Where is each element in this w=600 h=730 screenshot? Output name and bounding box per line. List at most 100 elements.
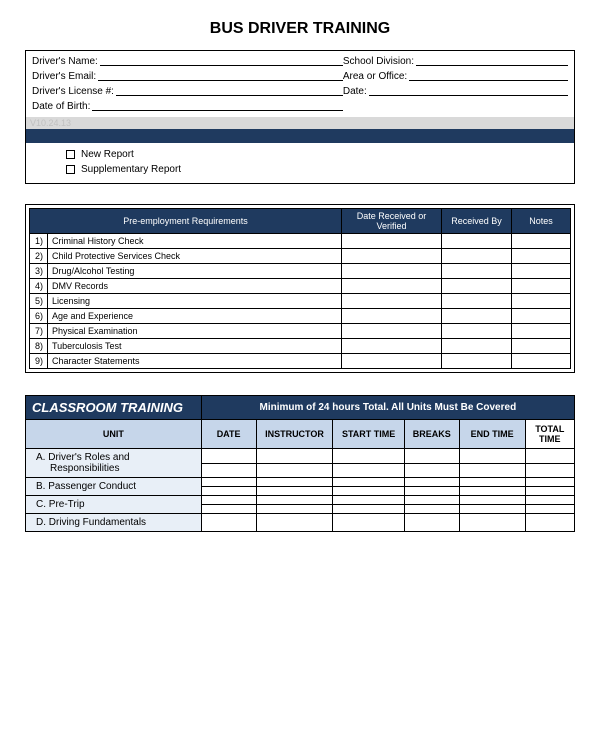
req-date-cell[interactable] [341,309,441,324]
req-header-notes: Notes [511,209,570,234]
req-notes-cell[interactable] [511,309,570,324]
cell-start[interactable] [333,514,404,532]
cell-date[interactable] [201,487,256,496]
cell-end[interactable] [459,478,525,487]
cell-total[interactable] [525,487,574,496]
requirements-box: Pre-employment Requirements Date Receive… [25,204,575,373]
field-division[interactable] [416,54,568,66]
cell-instructor[interactable] [256,496,333,505]
cell-date[interactable] [201,514,256,532]
checkbox-new-report[interactable] [66,150,75,159]
req-recv-cell[interactable] [441,324,511,339]
req-date-cell[interactable] [341,249,441,264]
cell-date[interactable] [201,463,256,478]
req-date-cell[interactable] [341,354,441,369]
cell-date[interactable] [201,496,256,505]
cell-date[interactable] [201,505,256,514]
cell-end[interactable] [459,496,525,505]
req-num: 5) [30,294,48,309]
unit-label: D. Driving Fundamentals [26,514,202,532]
field-name[interactable] [100,54,343,66]
req-num: 2) [30,249,48,264]
req-notes-cell[interactable] [511,294,570,309]
cell-start[interactable] [333,463,404,478]
req-recv-cell[interactable] [441,294,511,309]
req-notes-cell[interactable] [511,324,570,339]
req-recv-cell[interactable] [441,249,511,264]
req-notes-cell[interactable] [511,339,570,354]
unit-label: B. Passenger Conduct [26,478,202,496]
col-instructor: INSTRUCTOR [256,420,333,449]
cell-breaks[interactable] [404,514,459,532]
req-header-date: Date Received or Verified [341,209,441,234]
cell-end[interactable] [459,514,525,532]
page-title: BUS DRIVER TRAINING [25,20,575,38]
label-license: Driver's License #: [32,84,116,99]
req-label: Criminal History Check [48,234,342,249]
req-notes-cell[interactable] [511,264,570,279]
req-num: 1) [30,234,48,249]
cell-instructor[interactable] [256,487,333,496]
cell-date[interactable] [201,478,256,487]
checkbox-supplementary[interactable] [66,165,75,174]
req-date-cell[interactable] [341,339,441,354]
cell-end[interactable] [459,463,525,478]
cell-total[interactable] [525,463,574,478]
cell-total[interactable] [525,449,574,464]
cell-date[interactable] [201,449,256,464]
table-row: B. Passenger Conduct [26,478,575,487]
cell-breaks[interactable] [404,505,459,514]
cell-instructor[interactable] [256,449,333,464]
cell-breaks[interactable] [404,463,459,478]
cell-instructor[interactable] [256,514,333,532]
req-label: Licensing [48,294,342,309]
req-recv-cell[interactable] [441,279,511,294]
table-row: 9)Character Statements [30,354,571,369]
req-date-cell[interactable] [341,234,441,249]
field-area[interactable] [409,69,568,81]
field-email[interactable] [98,69,343,81]
cell-total[interactable] [525,496,574,505]
cell-total[interactable] [525,478,574,487]
req-recv-cell[interactable] [441,264,511,279]
cell-start[interactable] [333,478,404,487]
req-date-cell[interactable] [341,324,441,339]
req-date-cell[interactable] [341,264,441,279]
cell-breaks[interactable] [404,478,459,487]
classroom-table: CLASSROOM TRAINING Minimum of 24 hours T… [25,395,575,532]
cell-end[interactable] [459,449,525,464]
table-row: D. Driving Fundamentals [26,514,575,532]
req-num: 4) [30,279,48,294]
cell-end[interactable] [459,487,525,496]
field-license[interactable] [116,84,343,96]
col-start-time: START TIME [333,420,404,449]
req-date-cell[interactable] [341,294,441,309]
cell-start[interactable] [333,449,404,464]
cell-start[interactable] [333,496,404,505]
field-dob[interactable] [92,99,343,111]
req-recv-cell[interactable] [441,354,511,369]
cell-end[interactable] [459,505,525,514]
req-notes-cell[interactable] [511,234,570,249]
cell-start[interactable] [333,505,404,514]
cell-start[interactable] [333,487,404,496]
cell-instructor[interactable] [256,463,333,478]
cell-instructor[interactable] [256,505,333,514]
cell-total[interactable] [525,505,574,514]
req-recv-cell[interactable] [441,309,511,324]
table-row: 1)Criminal History Check [30,234,571,249]
table-row: 2)Child Protective Services Check [30,249,571,264]
req-date-cell[interactable] [341,279,441,294]
cell-breaks[interactable] [404,449,459,464]
field-date[interactable] [369,84,568,96]
req-notes-cell[interactable] [511,279,570,294]
req-recv-cell[interactable] [441,339,511,354]
cell-instructor[interactable] [256,478,333,487]
req-recv-cell[interactable] [441,234,511,249]
cell-breaks[interactable] [404,496,459,505]
req-notes-cell[interactable] [511,354,570,369]
cell-total[interactable] [525,514,574,532]
cell-breaks[interactable] [404,487,459,496]
req-notes-cell[interactable] [511,249,570,264]
req-label: Character Statements [48,354,342,369]
